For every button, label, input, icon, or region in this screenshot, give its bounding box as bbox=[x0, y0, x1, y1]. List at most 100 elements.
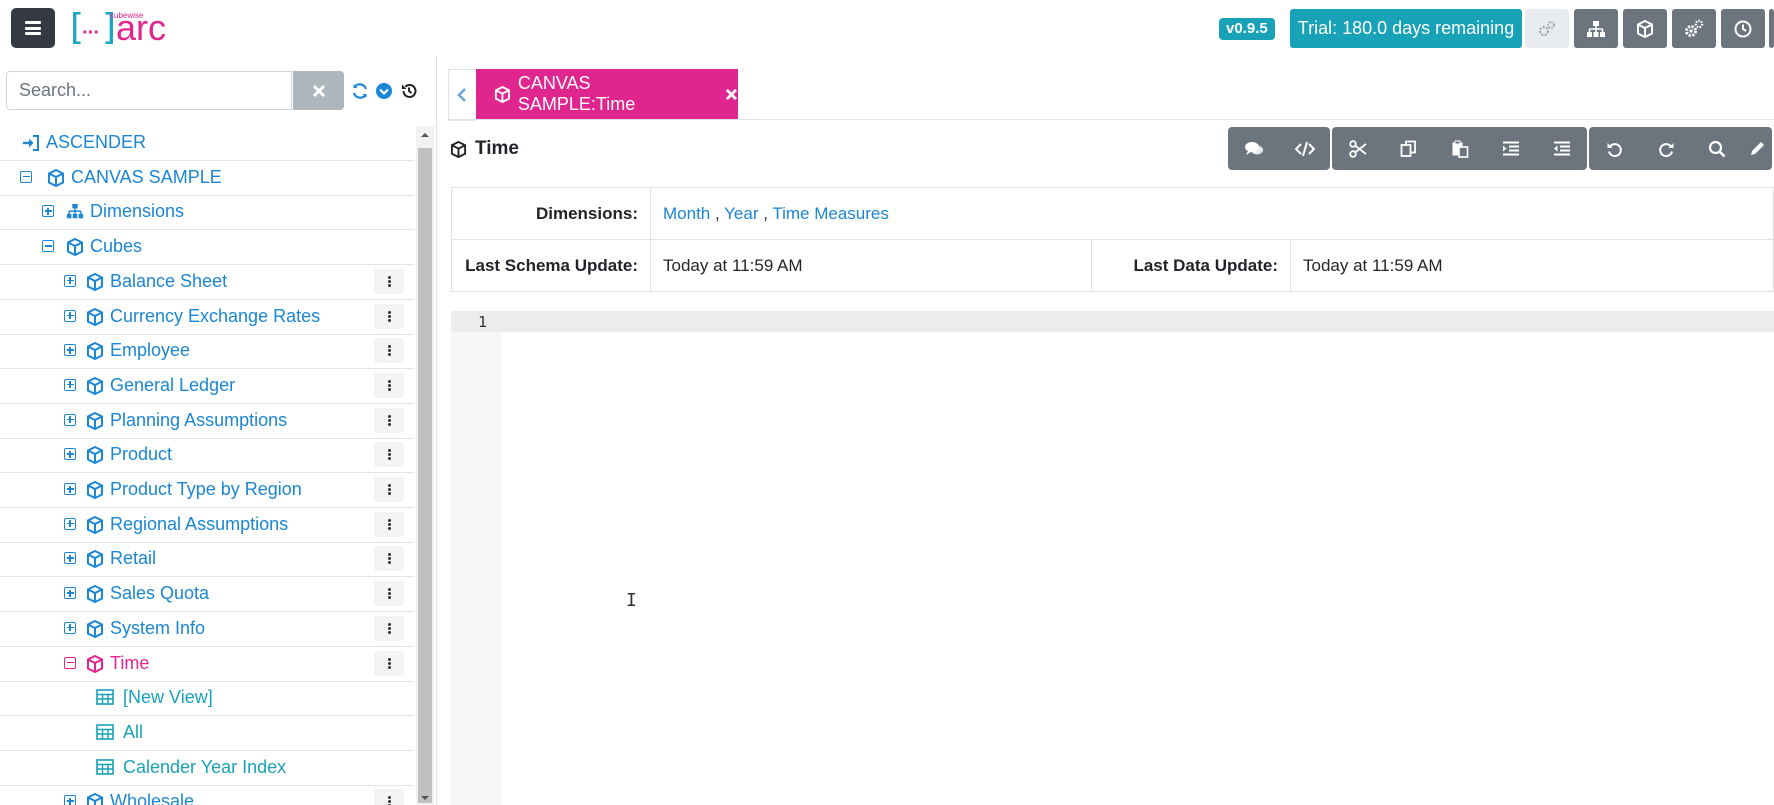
editor-active-line[interactable] bbox=[451, 311, 1774, 332]
expand-icon[interactable] bbox=[64, 413, 76, 426]
copy-button[interactable] bbox=[1383, 127, 1434, 170]
last-data-update-label: Last Data Update: bbox=[1091, 239, 1291, 292]
cube-icon bbox=[86, 411, 104, 430]
cogs-icon[interactable] bbox=[1672, 9, 1716, 48]
collapse-icon[interactable] bbox=[42, 240, 54, 253]
refresh-icon[interactable] bbox=[351, 82, 369, 100]
expand-icon[interactable] bbox=[64, 309, 76, 322]
collapse-icon[interactable] bbox=[64, 656, 76, 669]
clock-icon[interactable] bbox=[1721, 9, 1765, 48]
expand-icon[interactable] bbox=[64, 483, 76, 495]
tab-close-icon[interactable] bbox=[725, 88, 738, 101]
tab-canvas-sample-time[interactable]: CANVAS SAMPLE:Time bbox=[476, 69, 738, 119]
comment-button[interactable] bbox=[1228, 127, 1279, 170]
tree-item[interactable]: Wholesale bbox=[0, 785, 414, 805]
expand-icon[interactable] bbox=[42, 205, 54, 218]
tree-item[interactable]: Employee bbox=[0, 334, 414, 370]
cube-icon bbox=[86, 376, 104, 396]
tree-item[interactable]: Product bbox=[0, 438, 414, 474]
expand-icon[interactable] bbox=[64, 344, 76, 357]
history-icon[interactable] bbox=[400, 82, 418, 100]
scissors-icon bbox=[1348, 139, 1367, 158]
redo-button[interactable] bbox=[1640, 127, 1691, 170]
expand-icon[interactable] bbox=[64, 517, 76, 530]
outdent-button[interactable] bbox=[1536, 127, 1587, 170]
indent-icon bbox=[1502, 141, 1519, 155]
more-options-button[interactable] bbox=[374, 338, 404, 364]
tree-item[interactable]: CANVAS SAMPLE bbox=[0, 161, 414, 196]
search-box bbox=[6, 71, 292, 110]
tree-item-label: ASCENDER bbox=[46, 132, 147, 152]
scroll-down-icon bbox=[421, 796, 429, 800]
expand-icon[interactable] bbox=[64, 448, 76, 461]
more-options-button[interactable] bbox=[374, 511, 404, 537]
more-options-button[interactable] bbox=[374, 789, 404, 805]
expand-icon[interactable] bbox=[64, 587, 76, 600]
tree-item[interactable]: All bbox=[0, 716, 414, 751]
tree-item[interactable]: Cubes bbox=[0, 230, 414, 266]
expand-icon[interactable] bbox=[64, 621, 76, 634]
arc-logo[interactable]: [ ··· ] cubewise arc bbox=[70, 8, 180, 48]
expand-icon[interactable] bbox=[64, 795, 76, 805]
edit-button[interactable] bbox=[1742, 127, 1772, 170]
tree-item[interactable]: Planning Assumptions bbox=[0, 404, 414, 439]
code-editor[interactable]: 1 bbox=[451, 311, 1774, 805]
more-toolbar-icon[interactable] bbox=[1769, 9, 1774, 48]
search-input[interactable] bbox=[6, 71, 292, 110]
tree-item[interactable]: Calender Year Index bbox=[0, 751, 414, 786]
expand-icon[interactable] bbox=[64, 552, 76, 565]
dimension-link-month[interactable]: Month bbox=[663, 204, 710, 223]
tree-item[interactable]: ASCENDER bbox=[0, 126, 414, 161]
ellipsis-vertical-icon bbox=[387, 796, 391, 805]
expand-icon[interactable] bbox=[64, 378, 76, 391]
tree-item-label: Wholesale bbox=[110, 791, 195, 805]
cube-info-table: Dimensions: Month , Year , Time Measures… bbox=[451, 187, 1774, 292]
search-button[interactable] bbox=[1691, 127, 1742, 170]
trial-button[interactable]: Trial: 180.0 days remaining bbox=[1290, 9, 1522, 48]
more-options-button[interactable] bbox=[374, 303, 404, 329]
more-options-button[interactable] bbox=[374, 372, 404, 398]
tree-item[interactable]: Retail bbox=[0, 542, 414, 578]
tree-item-label: Calender Year Index bbox=[123, 756, 287, 777]
tree-item-label: General Ledger bbox=[110, 374, 236, 395]
tree-item[interactable]: Dimensions bbox=[0, 195, 414, 231]
dimension-link-time-measures[interactable]: Time Measures bbox=[772, 204, 889, 223]
more-options-button[interactable] bbox=[374, 581, 404, 607]
more-options-button[interactable] bbox=[374, 407, 404, 433]
dimension-link-year[interactable]: Year bbox=[724, 204, 758, 223]
more-options-button[interactable] bbox=[374, 546, 404, 572]
chevron-circle-down-icon[interactable] bbox=[375, 82, 393, 100]
more-options-button[interactable] bbox=[374, 268, 404, 294]
tree-scrollbar[interactable] bbox=[416, 126, 434, 805]
tree-item-label: Product Type by Region bbox=[110, 479, 302, 499]
gears-icon[interactable] bbox=[1525, 9, 1569, 48]
tree-item[interactable]: Product Type by Region bbox=[0, 473, 414, 508]
tree-item[interactable]: Regional Assumptions bbox=[0, 508, 414, 543]
more-options-button[interactable] bbox=[374, 615, 404, 641]
tree-item[interactable]: Sales Quota bbox=[0, 577, 414, 613]
menu-button[interactable] bbox=[11, 8, 55, 48]
expand-icon[interactable] bbox=[64, 274, 76, 287]
more-options-button[interactable] bbox=[374, 650, 404, 676]
sitemap-icon[interactable] bbox=[1574, 9, 1618, 48]
cube-icon[interactable] bbox=[1623, 9, 1667, 48]
tree-item[interactable]: Currency Exchange Rates bbox=[0, 300, 414, 335]
paste-button[interactable] bbox=[1434, 127, 1485, 170]
cut-button[interactable] bbox=[1332, 127, 1383, 170]
table-icon bbox=[96, 689, 114, 707]
more-options-button[interactable] bbox=[374, 442, 404, 468]
more-options-button[interactable] bbox=[374, 477, 404, 502]
tree-item[interactable]: General Ledger bbox=[0, 369, 414, 404]
tree-item[interactable]: [New View] bbox=[0, 681, 414, 717]
tree-item[interactable]: Time bbox=[0, 647, 414, 682]
scrollbar-thumb[interactable] bbox=[418, 148, 432, 803]
search-clear-button[interactable] bbox=[293, 71, 344, 110]
tree-item[interactable]: System Info bbox=[0, 612, 414, 647]
undo-button[interactable] bbox=[1589, 127, 1640, 170]
tree-item[interactable]: Balance Sheet bbox=[0, 265, 414, 300]
collapse-icon[interactable] bbox=[20, 170, 32, 183]
tab-scroll-left-button[interactable] bbox=[448, 69, 475, 121]
code-button[interactable] bbox=[1279, 127, 1330, 170]
last-schema-update-value: Today at 11:59 AM bbox=[650, 239, 1092, 292]
indent-button[interactable] bbox=[1485, 127, 1536, 170]
